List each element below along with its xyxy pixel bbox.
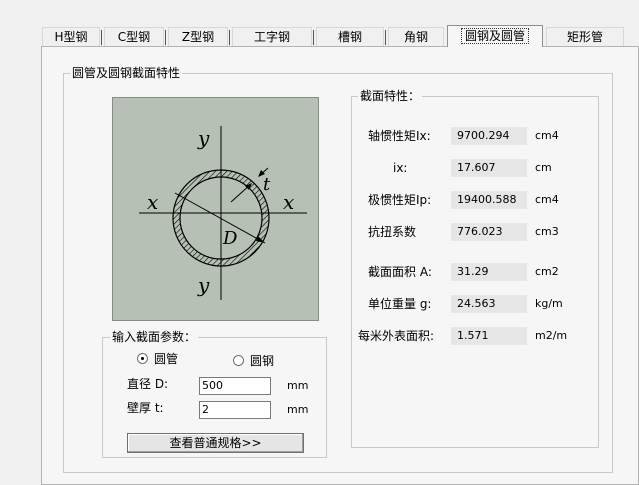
thickness-field-label: 壁厚 t: <box>127 401 164 415</box>
diameter-label: D <box>222 228 238 249</box>
tab-i-beam[interactable]: 工字钢 <box>232 27 314 46</box>
radio-round-pipe[interactable] <box>137 353 148 364</box>
property-value-radius-of-gyration: 17.607 <box>451 159 527 177</box>
radio-round-pipe-label: 圆管 <box>154 352 179 366</box>
property-unit-ix: cm4 <box>535 129 559 142</box>
property-value-torsion-modulus: 776.023 <box>451 223 527 241</box>
property-value-area: 31.29 <box>451 263 527 281</box>
diameter-line <box>174 192 266 244</box>
diameter-unit: mm <box>287 379 309 392</box>
properties-group-title: 截面特性： <box>358 89 423 103</box>
tab-angle-steel[interactable]: 角钢 <box>388 27 444 46</box>
property-unit-torsion-modulus: cm3 <box>535 225 559 238</box>
window-top-strip <box>0 0 639 18</box>
tab-channel-steel[interactable]: 槽钢 <box>316 27 386 46</box>
property-value-ix: 9700.294 <box>451 127 527 145</box>
property-unit-ip: cm4 <box>535 193 559 206</box>
tab-round-steel-and-pipe[interactable]: 圆钢及圆管 <box>447 25 543 47</box>
y-axis-label-bottom: y <box>197 273 210 297</box>
property-unit-surface-area: m2/m <box>535 329 568 342</box>
diameter-field-label: 直径 D: <box>127 377 169 391</box>
property-unit-unit-weight: kg/m <box>535 297 563 310</box>
tab-z-steel[interactable]: Z型钢 <box>168 27 230 46</box>
property-label-unit-weight: 单位重量 g: <box>368 297 432 311</box>
property-label-torsion-modulus: 抗扭系数 <box>368 225 417 239</box>
property-value-surface-area: 1.571 <box>451 327 527 345</box>
y-axis-label-top: y <box>197 126 210 150</box>
tab-rectangular-tube[interactable]: 矩形管 <box>546 27 624 46</box>
input-parameters-group-title: 输入截面参数： <box>110 330 199 344</box>
property-label-ix: 轴惯性矩Ix: <box>368 129 431 143</box>
radio-round-steel[interactable] <box>233 355 244 366</box>
thickness-label: t <box>263 174 271 195</box>
property-label-surface-area: 每米外表面积: <box>358 329 435 343</box>
diameter-input[interactable]: 500 <box>199 377 271 395</box>
section-properties-group-title: 圆管及圆钢截面特性 <box>70 66 183 80</box>
thickness-unit: mm <box>287 403 309 416</box>
thickness-input[interactable]: 2 <box>199 401 271 419</box>
property-unit-area: cm2 <box>535 265 559 278</box>
property-unit-radius-of-gyration: cm <box>535 161 552 174</box>
property-value-ip: 19400.588 <box>451 191 527 209</box>
tab-h-steel[interactable]: H型钢 <box>42 27 102 46</box>
x-axis-label-right: x <box>283 190 294 214</box>
property-label-ip: 极惯性矩Ip: <box>368 193 432 207</box>
tab-c-steel[interactable]: C型钢 <box>104 27 166 46</box>
radio-round-steel-label: 圆钢 <box>250 354 275 368</box>
property-value-unit-weight: 24.563 <box>451 295 527 313</box>
view-standard-specs-button[interactable]: 查看普通规格>> <box>127 433 304 453</box>
cross-section-svg: y y x x t D <box>139 126 307 300</box>
pipe-cross-section-diagram: y y x x t D <box>112 97 319 321</box>
property-label-area: 截面面积 A: <box>368 265 432 279</box>
x-axis-label-left: x <box>147 190 158 214</box>
property-label-radius-of-gyration: ix: <box>393 161 408 175</box>
